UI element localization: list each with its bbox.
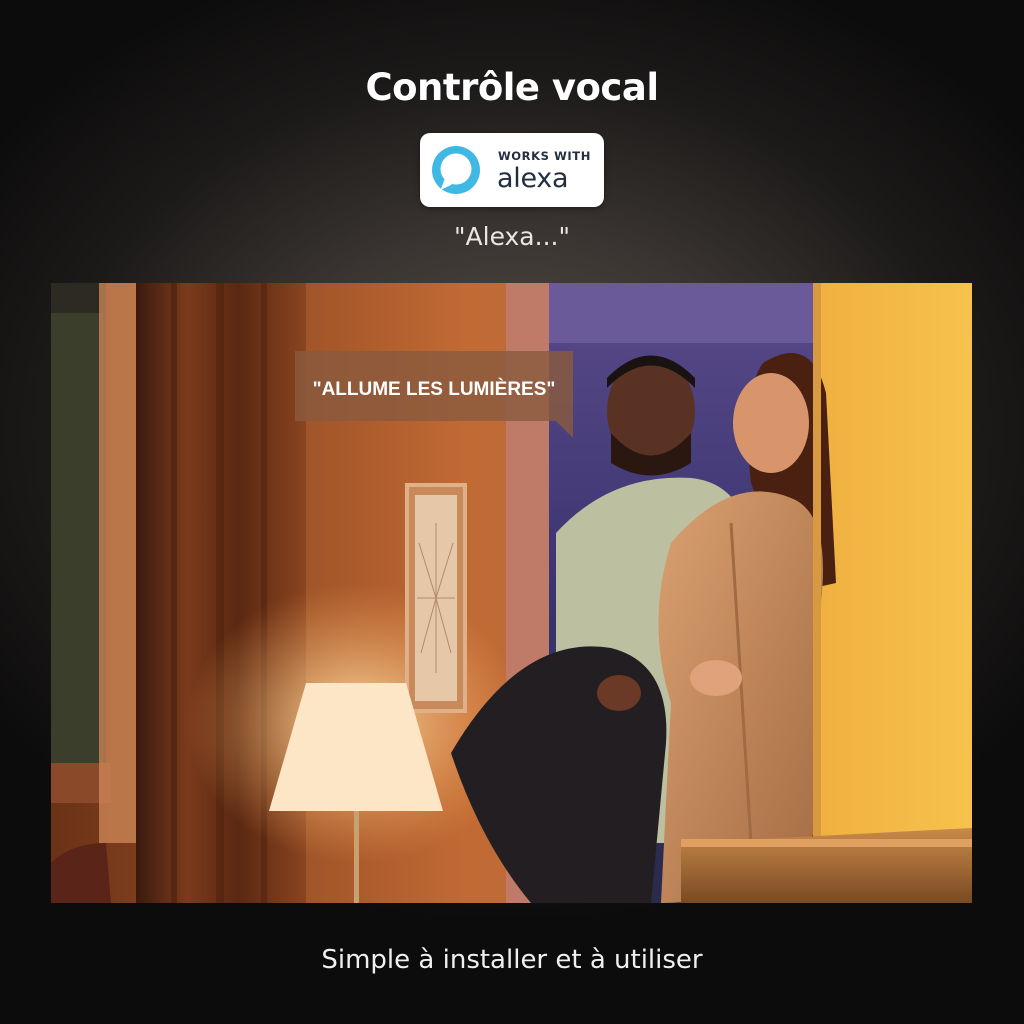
- works-with-label: WORKS WITH: [498, 149, 591, 163]
- living-room-photo: "ALLUME LES LUMIÈRES": [51, 283, 972, 903]
- alexa-ring-icon: [432, 146, 480, 194]
- works-with-alexa-badge: WORKS WITH alexa: [420, 133, 604, 207]
- page-title: Contrôle vocal: [365, 66, 659, 109]
- living-room-scene: "ALLUME LES LUMIÈRES": [51, 283, 972, 903]
- tagline: Simple à installer et à utiliser: [321, 945, 703, 975]
- alexa-wordmark: alexa: [497, 163, 569, 194]
- speech-bubble-text: "ALLUME LES LUMIÈRES": [313, 378, 556, 400]
- wake-phrase: "Alexa...": [454, 222, 570, 251]
